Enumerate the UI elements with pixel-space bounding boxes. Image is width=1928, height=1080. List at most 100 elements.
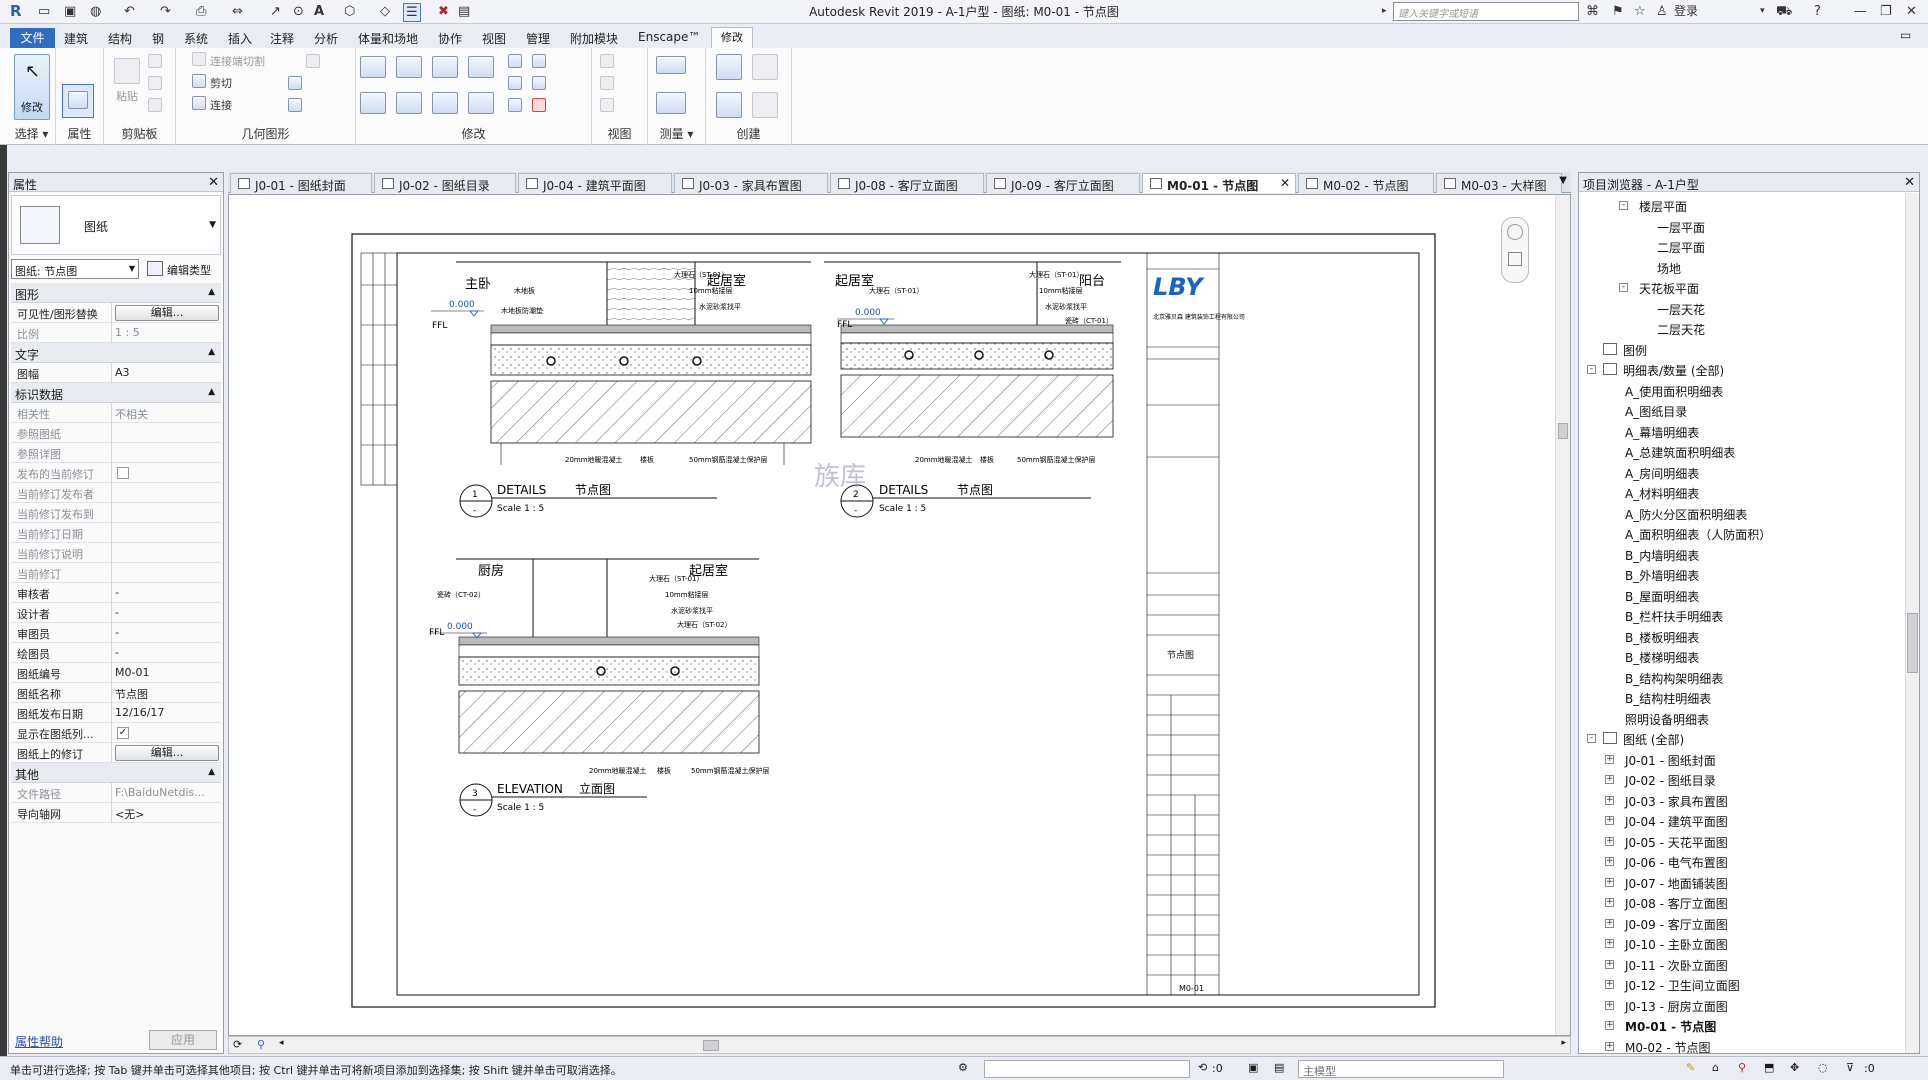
tab-massing[interactable]: 体量和场地	[358, 30, 418, 47]
measure-between-icon[interactable]	[656, 56, 686, 74]
browser-item[interactable]: J0-03 - 家具布置图	[1625, 793, 1728, 810]
revisions-edit-button[interactable]: 编辑...	[115, 745, 219, 761]
expand-icon[interactable]: +	[1605, 898, 1614, 907]
expand-icon[interactable]: +	[1605, 836, 1614, 846]
hide-icon[interactable]	[600, 54, 614, 68]
tab-view[interactable]: 视图	[482, 30, 506, 47]
ribbon-collapse-icon[interactable]: ▭	[1900, 28, 1911, 42]
tab-insert[interactable]: 插入	[228, 30, 252, 47]
chevron-down-icon[interactable]: ▼	[209, 220, 216, 230]
close-tab-icon[interactable]: ✕	[1280, 176, 1290, 190]
browser-item[interactable]: A_房间明细表	[1625, 465, 1699, 482]
scroll-right-icon[interactable]: ▸	[1561, 1038, 1566, 1048]
browser-item[interactable]: M0-02 - 节点图	[1625, 1039, 1711, 1056]
cut-label[interactable]: 剪切	[210, 75, 232, 91]
prop-value[interactable]: 节点图	[115, 686, 148, 702]
zoom-icon[interactable]	[1508, 252, 1522, 266]
browser-item[interactable]: J0-06 - 电气布置图	[1625, 854, 1728, 871]
view-tab[interactable]: M0-03 - 大样图	[1436, 173, 1562, 193]
expand-icon[interactable]: +	[1605, 754, 1614, 764]
unpin-icon[interactable]	[532, 76, 546, 90]
create-parts-icon[interactable]	[716, 54, 742, 80]
refresh-icon[interactable]: ⟲	[1198, 1061, 1207, 1074]
scale-icon[interactable]	[508, 98, 522, 112]
3d-view-icon[interactable]: ⬡	[344, 3, 355, 20]
type-selector[interactable]: 图纸 ▼	[11, 195, 221, 255]
user-icon[interactable]: ♙	[1656, 3, 1668, 20]
cart-icon[interactable]: ⛟	[1776, 3, 1792, 20]
show-in-list-checkbox[interactable]: ✓	[117, 727, 129, 739]
redo-icon[interactable]: ↷	[160, 3, 171, 20]
prop-value[interactable]: -	[115, 626, 119, 639]
expand-icon[interactable]: +	[1605, 857, 1614, 866]
browser-item[interactable]: J0-13 - 厨房立面图	[1625, 998, 1728, 1015]
browser-item[interactable]: J0-01 - 图纸封面	[1625, 752, 1716, 769]
close-hidden-icon[interactable]: ✖	[438, 3, 449, 20]
prop-value[interactable]: M0-01	[115, 666, 149, 679]
edit-type-button[interactable]: 编辑类型	[145, 259, 221, 279]
browser-item[interactable]: 明细表/数量 (全部)	[1623, 362, 1724, 379]
close-icon[interactable]: ✕	[208, 175, 219, 190]
browser-item[interactable]: A_幕墙明细表	[1625, 424, 1699, 441]
collapse-icon[interactable]: -	[1587, 734, 1596, 743]
browser-item[interactable]: 楼层平面	[1639, 198, 1687, 215]
design-options-select[interactable]	[984, 1060, 1190, 1078]
expand-icon[interactable]: +	[1605, 1041, 1614, 1051]
tag-icon[interactable]: ⊙	[293, 3, 304, 20]
scroll-left-icon[interactable]: ◂	[279, 1038, 284, 1048]
join-icon[interactable]	[192, 96, 206, 110]
section-identity[interactable]: 标识数据 ▲	[11, 383, 221, 403]
drawing-canvas[interactable]: 主卧 起居室 FFL 0.000 木地板 木地板防潮垫 大理石（ST-01） 1…	[228, 194, 1571, 1036]
cut-icon[interactable]	[148, 54, 162, 68]
drag-elements-icon[interactable]: ✥	[1790, 1061, 1799, 1074]
select-links-icon[interactable]: ✎	[1686, 1061, 1695, 1074]
browser-item[interactable]: B_栏杆扶手明细表	[1625, 608, 1723, 625]
browser-item[interactable]: J0-10 - 主卧立面图	[1625, 936, 1728, 953]
vis-graphics-edit-button[interactable]: 编辑...	[115, 305, 219, 321]
paint-icon[interactable]	[288, 98, 302, 112]
align-icon[interactable]	[360, 56, 386, 78]
browser-item[interactable]: A_使用面积明细表	[1625, 383, 1723, 400]
collapse-icon[interactable]: -	[1619, 283, 1628, 292]
array-icon[interactable]	[508, 76, 522, 90]
expand-icon[interactable]: +	[1605, 816, 1614, 825]
expand-icon[interactable]: +	[1605, 1021, 1614, 1030]
expand-icon[interactable]: +	[1605, 795, 1614, 805]
tab-systems[interactable]: 系统	[184, 30, 208, 47]
vertical-scrollbar[interactable]	[1555, 195, 1570, 1035]
close-icon[interactable]: ✕	[1906, 3, 1917, 20]
mirror-draw-icon[interactable]	[468, 56, 494, 78]
browser-item[interactable]: 一层天花	[1657, 301, 1705, 318]
cope-icon[interactable]	[192, 52, 206, 66]
view-tab[interactable]: J0-02 - 图纸目录	[374, 173, 516, 193]
browser-item[interactable]: B_结构柱明细表	[1625, 690, 1711, 707]
paste-icon[interactable]	[114, 58, 140, 84]
browser-item[interactable]: B_楼梯明细表	[1625, 649, 1699, 666]
tab-analyze[interactable]: 分析	[314, 30, 338, 47]
save-icon[interactable]: ▣	[64, 3, 76, 20]
copy-icon[interactable]	[148, 76, 162, 90]
join-label[interactable]: 连接	[210, 97, 232, 113]
browser-item[interactable]: A_图纸目录	[1625, 403, 1687, 420]
favorites-icon[interactable]: ☆	[1634, 3, 1646, 20]
browser-item[interactable]: 一层平面	[1657, 219, 1705, 236]
browser-item[interactable]: B_楼板明细表	[1625, 629, 1699, 646]
properties-button[interactable]	[62, 84, 94, 118]
text-icon[interactable]: A	[314, 3, 324, 20]
filter-icon[interactable]: ⊽	[1846, 1061, 1854, 1074]
collapse-icon[interactable]: -	[1587, 365, 1596, 374]
section-icon[interactable]: ◇	[380, 3, 390, 20]
expand-icon[interactable]: +	[1605, 877, 1614, 887]
offset-icon[interactable]	[396, 56, 422, 78]
view-tab[interactable]: J0-08 - 客厅立面图	[830, 173, 984, 193]
expand-icon[interactable]: +	[1605, 939, 1614, 948]
browser-item[interactable]: J0-11 - 次卧立面图	[1625, 957, 1728, 974]
apply-button[interactable]: 应用	[149, 1030, 217, 1050]
instance-filter-select[interactable]: 图纸: 节点图 ▼	[11, 259, 139, 279]
expand-icon[interactable]: +	[1605, 959, 1614, 969]
browser-item[interactable]: 图纸 (全部)	[1623, 731, 1684, 748]
restore-icon[interactable]: ❐	[1880, 3, 1892, 20]
design-options-icon[interactable]: ▤	[1274, 1061, 1284, 1074]
tab-manage[interactable]: 管理	[526, 30, 550, 47]
tab-steel[interactable]: 钢	[152, 30, 164, 47]
